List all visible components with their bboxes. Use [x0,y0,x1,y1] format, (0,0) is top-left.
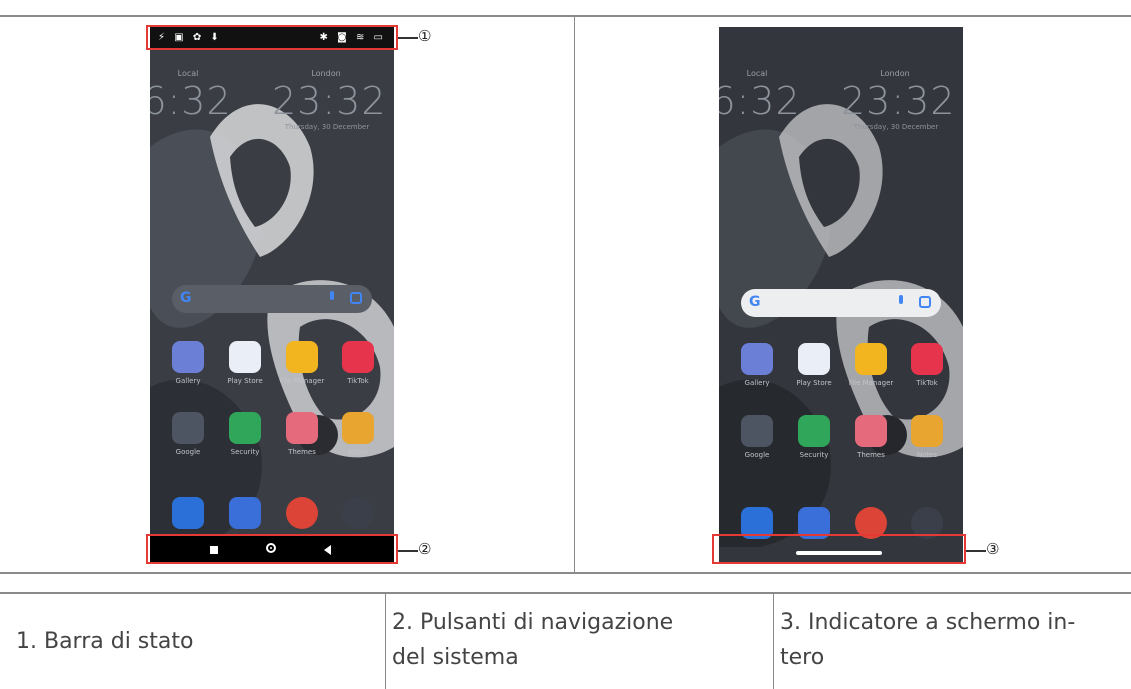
app-tiktok-icon[interactable] [342,341,374,373]
app-security-icon[interactable] [798,415,830,447]
app-label: Play Store [227,377,263,385]
app-label: Notes [916,451,938,459]
leader-line-2 [398,550,418,552]
leader-line-1 [398,37,418,39]
app-file-manager-icon[interactable] [286,341,318,373]
app-themes-icon[interactable] [855,415,887,447]
clock-local: 6:32 [719,79,801,123]
mic-icon[interactable] [899,295,903,304]
app-label: Security [799,451,829,459]
clock-date: Thursday, 30 December [284,123,370,131]
callout-2: ② [418,540,432,558]
app-label: Security [230,448,260,456]
app-label: Gallery [744,379,770,387]
app-label: Play Store [796,379,832,387]
app-label: Google [744,451,770,459]
leader-line-3 [966,550,986,552]
clock-london-label: London [880,69,910,78]
dock-chrome-icon[interactable] [286,497,318,529]
app-tiktok-icon[interactable] [911,343,943,375]
app-notes-icon[interactable] [911,415,943,447]
google-search-bar[interactable]: G [172,285,372,313]
callout-3: ③ [986,540,1000,558]
legend-item-fullscreen-line1: 3. Indicatore a schermo in- [780,610,1076,635]
legend-divider-1 [385,594,386,689]
app-play-store-icon[interactable] [798,343,830,375]
lens-icon[interactable] [350,292,362,304]
app-label: File Manager [279,377,325,385]
dock-camera-icon[interactable] [342,497,374,529]
table-top-rule [0,15,1131,17]
app-notes-icon[interactable] [342,412,374,444]
app-label: Notes [347,448,369,456]
clock-local: 6:32 [150,79,232,123]
dock-messages-icon[interactable] [229,497,261,529]
clock-london: 23:32 [841,79,956,123]
google-g-icon: G [180,290,192,306]
highlight-navigation-buttons [146,534,398,564]
app-gallery-icon[interactable] [741,343,773,375]
clock-date: Thursday, 30 December [853,123,939,131]
clock-local-label: Local [746,69,768,78]
clock-london-label: London [311,69,341,78]
legend-item-navigation-line2: del sistema [392,645,519,670]
dock-phone-icon[interactable] [172,497,204,529]
phone-screenshot-left: ⚡ ▣ ✿ ⬇ ✱ ◙ ≋ ▭ Local London 6:32 23:32 … [150,27,394,562]
app-gallery-icon[interactable] [172,341,204,373]
app-security-icon[interactable] [229,412,261,444]
app-label: Google [175,448,201,456]
lens-icon[interactable] [919,296,931,308]
app-label: TikTok [347,377,369,385]
google-search-bar[interactable]: G [741,289,941,317]
app-themes-icon[interactable] [286,412,318,444]
legend-divider-2 [773,594,774,689]
app-google-folder-icon[interactable] [741,415,773,447]
app-label: TikTok [916,379,938,387]
app-label: Gallery [175,377,201,385]
callout-1: ① [418,27,432,45]
app-label: Themes [857,451,885,459]
figure-column-divider [574,15,575,573]
legend-item-navigation-line1: 2. Pulsanti di navigazione [392,610,674,635]
mic-icon[interactable] [330,291,334,300]
app-label: File Manager [848,379,894,387]
phone-screenshot-right: Local London 6:32 23:32 Thursday, 30 Dec… [719,27,963,562]
highlight-status-bar [146,25,398,50]
clock-local-label: Local [177,69,199,78]
legend-top-rule [0,592,1131,594]
app-play-store-icon[interactable] [229,341,261,373]
table-middle-rule [0,572,1131,574]
legend-item-fullscreen-line2: tero [780,645,825,670]
app-label: Themes [288,448,316,456]
legend-item-status-bar: 1. Barra di stato [16,629,194,654]
app-file-manager-icon[interactable] [855,343,887,375]
google-g-icon: G [749,294,761,310]
clock-london: 23:32 [272,79,387,123]
highlight-fullscreen-indicator [712,534,966,564]
app-google-folder-icon[interactable] [172,412,204,444]
